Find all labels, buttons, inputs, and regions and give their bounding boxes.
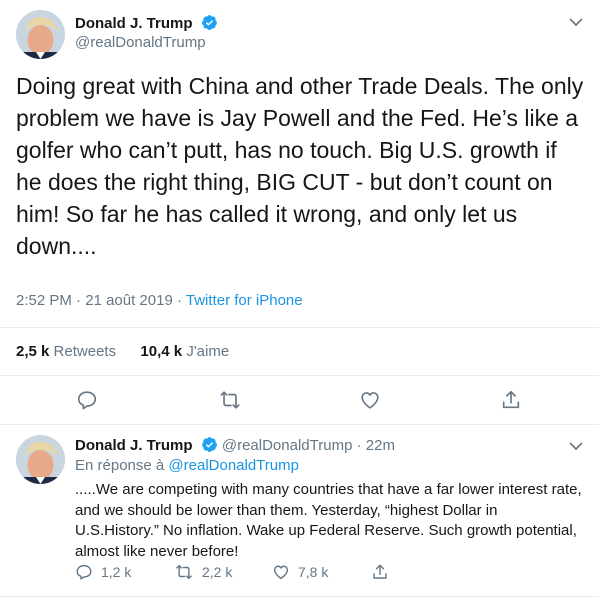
heart-icon bbox=[361, 392, 379, 409]
reply-text: .....We are competing with many countrie… bbox=[75, 481, 582, 560]
tweet-source-link[interactable]: Twitter for iPhone bbox=[186, 292, 303, 309]
reply-action-like[interactable]: 7,8 k bbox=[272, 563, 328, 581]
tweet-text: Doing great with China and other Trade D… bbox=[16, 73, 584, 259]
reply-author-name[interactable]: Donald J. Trump bbox=[75, 437, 193, 454]
reply-action-retweet[interactable]: 2,2 k bbox=[174, 563, 232, 581]
tweet-meta: 2:52 PM · 21 août 2019 · Twitter for iPh… bbox=[16, 292, 303, 309]
likes-label: J'aime bbox=[186, 343, 230, 360]
reply-action-reply[interactable]: 1,2 k bbox=[75, 563, 131, 581]
author-name[interactable]: Donald J. Trump bbox=[75, 15, 193, 32]
likes-count: 10,4 k bbox=[140, 343, 183, 360]
author-avatar[interactable] bbox=[16, 10, 65, 59]
verified-badge-icon bbox=[201, 14, 218, 35]
tweet-stats: 2,5 k Retweets 10,4 k J'aime bbox=[16, 343, 229, 360]
author-handle[interactable]: @realDonaldTrump bbox=[75, 34, 206, 51]
author-name-row: Donald J. Trump bbox=[75, 14, 218, 35]
meta-separator: · bbox=[76, 292, 82, 309]
reply-to-prefix: En réponse à bbox=[75, 457, 165, 474]
heart-icon bbox=[273, 565, 289, 580]
reply-icon bbox=[76, 564, 92, 580]
reply-separator: · bbox=[356, 437, 362, 454]
reply-header: Donald J. Trump @realDonaldTrump · 22m bbox=[75, 436, 395, 457]
reply-author-avatar[interactable] bbox=[16, 435, 65, 484]
reply-icon bbox=[77, 391, 97, 410]
divider bbox=[0, 327, 599, 328]
reply-author-handle[interactable]: @realDonaldTrump bbox=[222, 437, 353, 454]
share-icon bbox=[373, 564, 387, 579]
chevron-down-icon[interactable] bbox=[568, 438, 584, 454]
reply-count: 1,2 k bbox=[101, 564, 132, 580]
chevron-down-icon[interactable] bbox=[568, 14, 584, 30]
retweet-count: 2,2 k bbox=[202, 564, 233, 580]
divider bbox=[0, 596, 599, 597]
meta-separator: · bbox=[176, 292, 182, 309]
like-count: 7,8 k bbox=[298, 564, 329, 580]
retweets-stat[interactable]: 2,5 k Retweets bbox=[16, 343, 116, 360]
share-button[interactable] bbox=[499, 388, 523, 412]
verified-badge-icon bbox=[201, 436, 218, 457]
retweets-count: 2,5 k bbox=[16, 343, 50, 360]
divider bbox=[0, 424, 599, 425]
tweet-date[interactable]: 21 août 2019 bbox=[85, 292, 173, 309]
retweet-icon bbox=[220, 391, 240, 409]
share-icon bbox=[502, 390, 520, 409]
retweet-button[interactable] bbox=[218, 388, 242, 412]
tweet-time[interactable]: 2:52 PM bbox=[16, 292, 72, 309]
reply-time[interactable]: 22m bbox=[366, 437, 395, 454]
divider bbox=[0, 375, 599, 376]
likes-stat[interactable]: 10,4 k J'aime bbox=[140, 343, 229, 360]
reply-to-line: En réponse à @realDonaldTrump bbox=[75, 457, 299, 474]
reply-to-handle[interactable]: @realDonaldTrump bbox=[168, 457, 299, 474]
like-button[interactable] bbox=[358, 388, 382, 412]
retweet-icon bbox=[176, 564, 192, 580]
retweets-label: Retweets bbox=[53, 343, 117, 360]
reply-action-share[interactable] bbox=[371, 563, 389, 581]
reply-button[interactable] bbox=[75, 388, 99, 412]
